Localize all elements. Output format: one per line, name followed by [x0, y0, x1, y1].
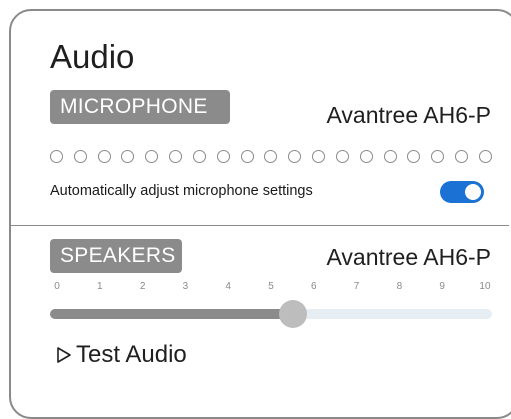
mic-level-dot — [478, 150, 492, 163]
mic-level-dot — [97, 150, 111, 163]
volume-tick-label: 7 — [353, 281, 360, 292]
toggle-knob — [465, 184, 481, 200]
volume-slider[interactable] — [50, 300, 492, 328]
mic-level-dot — [335, 150, 349, 163]
volume-tick-label: 10 — [479, 281, 491, 292]
mic-level-dot — [50, 150, 63, 163]
volume-tick-label: 2 — [139, 281, 146, 292]
mic-level-dot — [431, 150, 445, 163]
microphone-section-label: MICROPHONE — [50, 90, 230, 124]
auto-adjust-toggle[interactable] — [440, 181, 484, 203]
volume-tick-label: 8 — [396, 281, 403, 292]
mic-level-dot — [169, 150, 183, 163]
mic-level-dot — [73, 150, 87, 163]
volume-slider-thumb[interactable] — [279, 300, 308, 328]
test-audio-button[interactable]: Test Audio — [56, 340, 187, 370]
mic-level-dot — [264, 150, 278, 163]
mic-level-dot — [312, 150, 326, 163]
mic-level-dot — [240, 150, 254, 163]
volume-tick-label: 5 — [268, 281, 274, 292]
speakers-section-label: SPEAKERS — [50, 239, 182, 273]
volume-tick-label: 9 — [439, 281, 445, 292]
microphone-device-name: Avantree AH6-P — [326, 102, 491, 128]
mic-level-dot — [455, 150, 469, 163]
volume-tick-label: 3 — [182, 281, 189, 292]
microphone-level-meter — [50, 150, 492, 163]
mic-level-dot — [121, 150, 135, 163]
mic-level-dot — [288, 150, 302, 163]
mic-level-dot — [383, 150, 397, 163]
volume-tick-label: 0 — [54, 281, 60, 292]
volume-slider-fill — [50, 309, 294, 319]
volume-tick-label: 1 — [97, 281, 103, 292]
play-outline-icon — [57, 347, 71, 363]
mic-level-dot — [192, 150, 206, 163]
section-divider — [11, 225, 509, 226]
mic-level-dot — [145, 150, 159, 163]
speakers-device-name: Avantree AH6-P — [326, 244, 491, 270]
auto-adjust-label: Automatically adjust microphone settings — [50, 183, 313, 199]
mic-level-dot — [407, 150, 421, 163]
volume-tick-label: 4 — [225, 281, 231, 292]
mic-level-dot — [359, 150, 373, 163]
panel-title: Audio — [50, 38, 135, 75]
volume-tick-label: 6 — [311, 281, 317, 292]
volume-tick-labels: 0 1 2 3 4 5 6 7 8 9 10 — [50, 281, 492, 293]
test-audio-label: Test Audio — [76, 341, 187, 368]
mic-level-dot — [216, 150, 230, 163]
